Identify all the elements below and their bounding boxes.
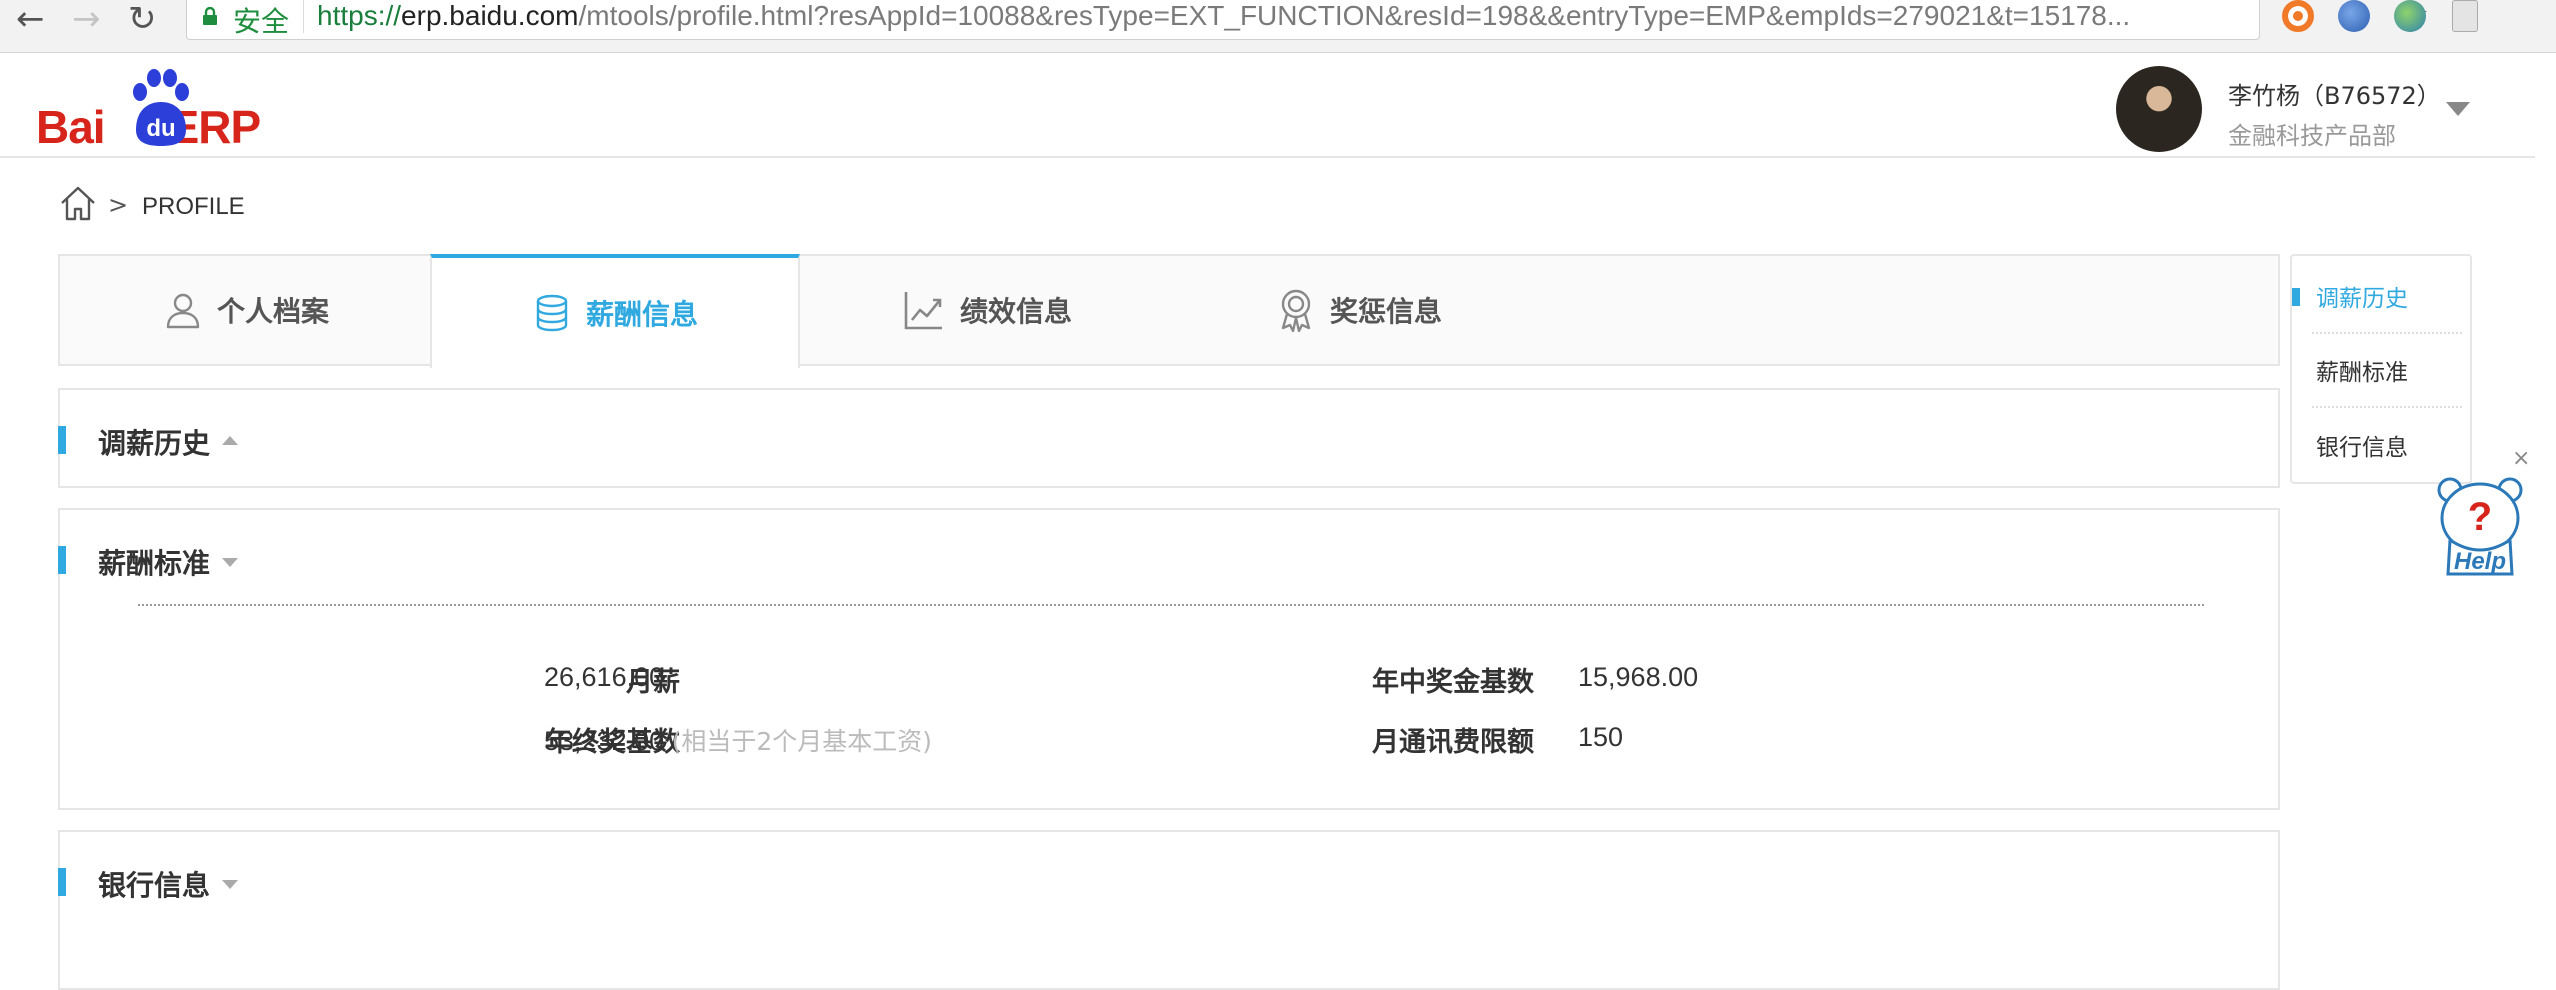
panel-salary-standard: 薪酬标准 月薪 26,616.00 年中奖金基数 15,968.00 年终奖基数…: [58, 508, 2280, 810]
reload-icon[interactable]: ↻: [128, 2, 157, 36]
tab-salary-info[interactable]: 薪酬信息: [430, 254, 800, 368]
tab-performance-info[interactable]: 绩效信息: [802, 254, 1172, 366]
yearend-bonus-note: (相当于2个月基本工资): [671, 727, 933, 756]
panel-salary-history-header[interactable]: 调薪历史: [58, 390, 2278, 486]
url-path: /mtools/profile.html?resAppId=10088&resT…: [578, 0, 2131, 31]
section-title: 银行信息: [98, 869, 211, 902]
section-divider: [138, 604, 2204, 606]
svg-text:Help: Help: [2454, 548, 2506, 575]
section-title: 薪酬标准: [98, 547, 211, 580]
phone-allowance-value: 150: [1578, 722, 1624, 752]
breadcrumb-current: PROFILE: [142, 193, 245, 220]
security-label: 安全: [233, 5, 290, 38]
extension-rp-icon[interactable]: [2452, 0, 2478, 32]
collapse-caret-icon[interactable]: [222, 436, 238, 445]
app-header: BaiduERP du 李竹杨（B76572） 金融科技产品部: [0, 54, 2535, 158]
expand-caret-icon[interactable]: [222, 558, 238, 567]
extension-globe-green-icon[interactable]: [2394, 0, 2426, 32]
expand-caret-icon[interactable]: [222, 880, 238, 889]
tab-rewards-info[interactable]: 奖惩信息: [1174, 254, 1544, 366]
person-icon: [166, 293, 200, 329]
database-icon: [536, 294, 568, 332]
panel-bank-info: 银行信息: [58, 830, 2280, 990]
breadcrumb-separator: >: [108, 191, 129, 219]
section-marker: [58, 546, 66, 574]
lock-icon: [203, 7, 217, 25]
tab-label: 绩效信息: [959, 295, 1072, 328]
section-anchor-nav: 调薪历史 薪酬标准 银行信息: [2290, 254, 2472, 484]
help-close-icon[interactable]: ×: [2512, 446, 2530, 471]
help-bear-icon[interactable]: ? Help: [2436, 474, 2524, 578]
user-department: 金融科技产品部: [2228, 122, 2396, 150]
midyear-bonus-value: 15,968.00: [1578, 662, 1699, 692]
svg-text:du: du: [146, 115, 175, 142]
profile-tabs: 个人档案 薪酬信息 绩效信息 奖惩信息: [58, 254, 2280, 368]
anchor-salary-history[interactable]: 调薪历史: [2312, 260, 2462, 334]
award-medal-icon: [1281, 289, 1311, 332]
url-scheme: https://: [317, 0, 402, 31]
browser-toolbar: ← → ↻ 安全 https://erp.baidu.com/mtools/pr…: [0, 0, 2556, 53]
tab-label: 薪酬信息: [585, 298, 698, 331]
user-menu-caret-icon[interactable]: [2446, 102, 2470, 116]
yearend-bonus-value-group: 53,232.00 (相当于2个月基本工资): [544, 722, 932, 758]
url-host: erp.baidu.com: [401, 0, 579, 31]
forward-arrow-icon[interactable]: →: [72, 2, 101, 36]
anchor-bank-info[interactable]: 银行信息: [2312, 408, 2462, 482]
tab-personal-file[interactable]: 个人档案: [60, 254, 432, 366]
address-divider: [303, 0, 304, 33]
tab-label: 奖惩信息: [1329, 295, 1442, 328]
svg-text:?: ?: [2468, 495, 2492, 539]
section-marker: [58, 868, 66, 896]
extension-lifebuoy-icon[interactable]: [2282, 0, 2314, 32]
active-anchor-marker: [2292, 288, 2300, 306]
yearend-bonus-value: 53,232.00: [544, 726, 665, 756]
phone-allowance-label: 月通讯费限额: [1372, 727, 1534, 758]
section-marker: [58, 426, 66, 454]
baidu-paw-icon: du: [133, 69, 189, 146]
baidu-erp-logo[interactable]: BaiduERP du: [36, 68, 296, 153]
extension-globe-icon[interactable]: [2338, 0, 2370, 32]
back-arrow-icon[interactable]: ←: [16, 2, 45, 36]
section-title: 调薪历史: [98, 427, 211, 460]
address-bar[interactable]: 安全 https://erp.baidu.com/mtools/profile.…: [186, 0, 2429, 40]
tab-label: 个人档案: [216, 295, 329, 328]
midyear-bonus-label: 年中奖金基数: [1372, 667, 1534, 698]
home-icon[interactable]: [58, 183, 98, 223]
logo-text-bai: Bai: [36, 101, 106, 153]
panel-salary-history: 调薪历史: [58, 388, 2280, 488]
panel-bank-info-header[interactable]: 银行信息: [58, 832, 2278, 928]
url-text[interactable]: https://erp.baidu.com/mtools/profile.htm…: [317, 0, 2130, 32]
user-avatar[interactable]: [2116, 66, 2202, 152]
trend-chart-icon: [904, 292, 942, 330]
panel-salary-standard-header[interactable]: 薪酬标准: [58, 510, 2278, 606]
user-name: 李竹杨（B76572）: [2228, 82, 2441, 110]
anchor-salary-standard[interactable]: 薪酬标准: [2312, 334, 2462, 408]
monthly-salary-value: 26,616.00: [544, 662, 665, 692]
